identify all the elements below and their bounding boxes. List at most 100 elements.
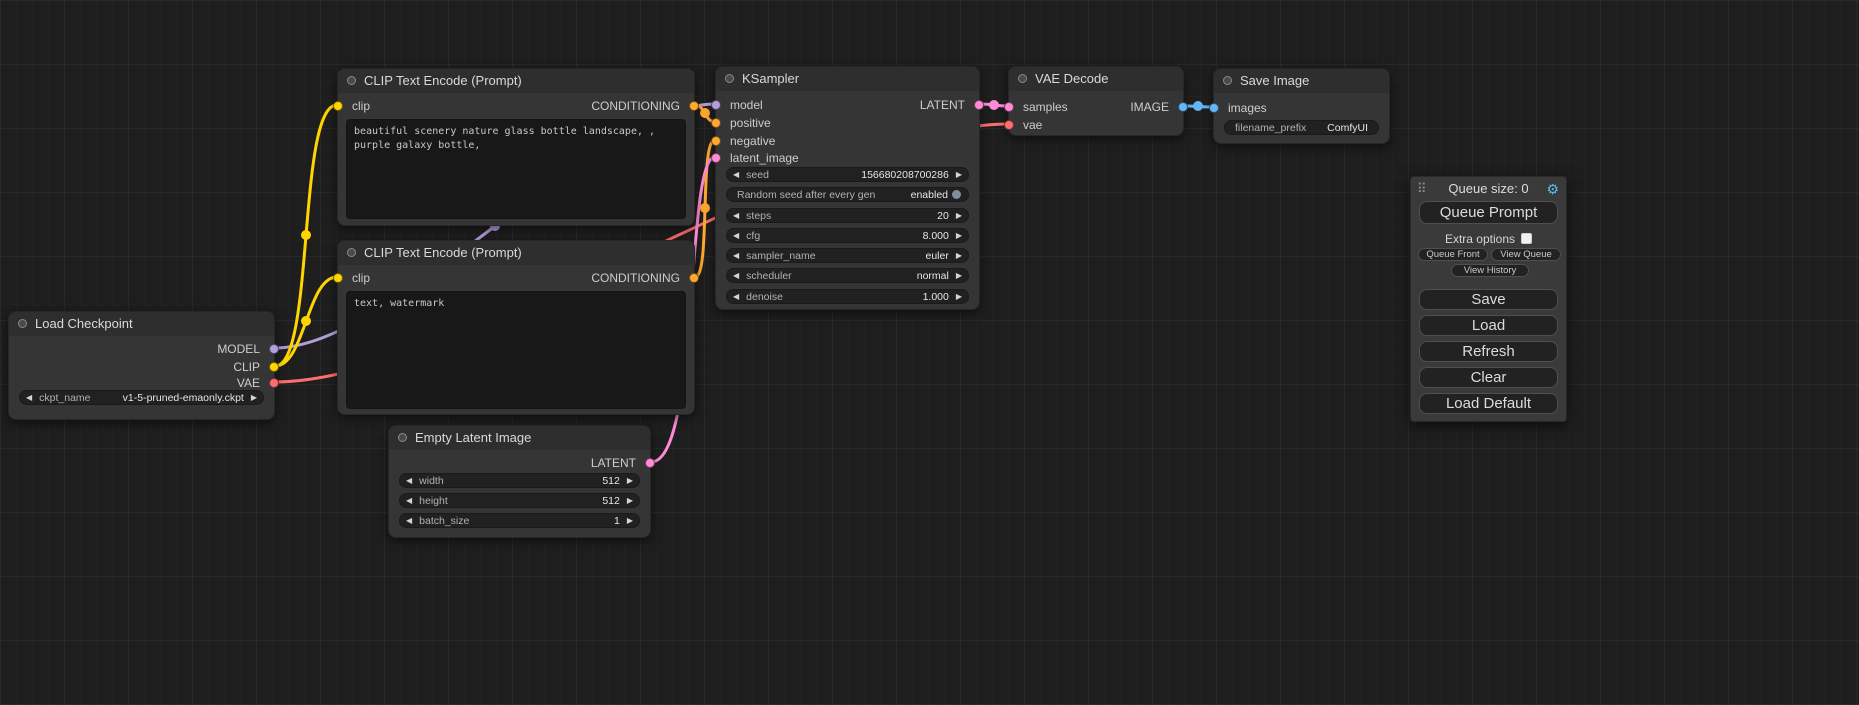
combo-next-icon[interactable]: ▶ (956, 268, 962, 283)
node-title-bar[interactable]: CLIP Text Encode (Prompt) (338, 69, 694, 93)
widget-scheduler[interactable]: ◀ scheduler normal ▶ (726, 268, 969, 283)
increment-icon[interactable]: ▶ (956, 167, 962, 182)
node-title-bar[interactable]: VAE Decode (1009, 67, 1183, 91)
output-label-latent: LATENT (920, 98, 965, 112)
node-clip-text-encode-negative[interactable]: CLIP Text Encode (Prompt) clip CONDITION… (337, 240, 695, 415)
save-button[interactable]: Save (1419, 289, 1558, 310)
increment-icon[interactable]: ▶ (956, 208, 962, 223)
widget-batch-size[interactable]: ◀ batch_size 1 ▶ (399, 513, 640, 528)
increment-icon[interactable]: ▶ (627, 473, 633, 488)
clear-button[interactable]: Clear (1419, 367, 1558, 388)
node-title: KSampler (742, 71, 799, 86)
input-port-latent-image[interactable] (711, 153, 721, 163)
collapse-dot-icon[interactable] (347, 248, 356, 257)
toggle-indicator-icon[interactable] (952, 190, 961, 199)
widget-cfg[interactable]: ◀ cfg 8.000 ▶ (726, 228, 969, 243)
node-title: VAE Decode (1035, 71, 1108, 86)
output-port-clip[interactable] (269, 362, 279, 372)
output-label-conditioning: CONDITIONING (591, 271, 680, 285)
input-label-positive: positive (730, 116, 771, 130)
widget-steps[interactable]: ◀ steps 20 ▶ (726, 208, 969, 223)
load-default-button[interactable]: Load Default (1419, 393, 1558, 414)
increment-icon[interactable]: ▶ (627, 513, 633, 528)
node-title: Save Image (1240, 73, 1309, 88)
wire-midpoint-dot-cond-positive (700, 108, 710, 118)
node-ksampler[interactable]: KSampler model positive negative latent_… (715, 66, 980, 310)
wire-midpoint-dot-image (1193, 101, 1203, 111)
view-history-button[interactable]: View History (1451, 264, 1529, 277)
node-vae-decode[interactable]: VAE Decode samples vae IMAGE (1008, 66, 1184, 136)
input-port-clip[interactable] (333, 273, 343, 283)
output-label-image: IMAGE (1130, 100, 1169, 114)
extra-options-checkbox[interactable] (1521, 233, 1532, 244)
load-button[interactable]: Load (1419, 315, 1558, 336)
prompt-textarea[interactable]: beautiful scenery nature glass bottle la… (346, 119, 686, 219)
output-label-latent: LATENT (591, 456, 636, 470)
node-title: CLIP Text Encode (Prompt) (364, 73, 522, 88)
increment-icon[interactable]: ▶ (627, 493, 633, 508)
input-port-clip[interactable] (333, 101, 343, 111)
collapse-dot-icon[interactable] (1018, 74, 1027, 83)
collapse-dot-icon[interactable] (398, 433, 407, 442)
input-label-samples: samples (1023, 100, 1068, 114)
widget-random-seed-toggle[interactable]: Random seed after every gen enabled (726, 187, 969, 202)
node-title: Load Checkpoint (35, 316, 133, 331)
queue-size-label: Queue size: 0 (1411, 180, 1566, 198)
increment-icon[interactable]: ▶ (956, 289, 962, 304)
widget-sampler-name[interactable]: ◀ sampler_name euler ▶ (726, 248, 969, 263)
node-title-bar[interactable]: Empty Latent Image (389, 426, 650, 450)
widget-denoise[interactable]: ◀ denoise 1.000 ▶ (726, 289, 969, 304)
view-queue-button[interactable]: View Queue (1491, 248, 1561, 261)
settings-gear-icon[interactable]: ⚙ (1546, 180, 1559, 198)
node-title-bar[interactable]: KSampler (716, 67, 979, 91)
collapse-dot-icon[interactable] (347, 76, 356, 85)
node-canvas[interactable]: Load Checkpoint MODEL CLIP VAE ◀ ckpt_na… (0, 0, 1859, 705)
output-label-model: MODEL (217, 342, 260, 356)
widget-width[interactable]: ◀ width 512 ▶ (399, 473, 640, 488)
node-save-image[interactable]: Save Image images filename_prefix ComfyU… (1213, 68, 1390, 144)
collapse-dot-icon[interactable] (725, 74, 734, 83)
node-clip-text-encode-positive[interactable]: CLIP Text Encode (Prompt) clip CONDITION… (337, 68, 695, 226)
output-port-vae[interactable] (269, 378, 279, 388)
queue-front-button[interactable]: Queue Front (1418, 248, 1488, 261)
node-title-bar[interactable]: Save Image (1214, 69, 1389, 93)
node-title: Empty Latent Image (415, 430, 531, 445)
input-port-model[interactable] (711, 100, 721, 110)
prompt-textarea[interactable]: text, watermark (346, 291, 686, 409)
node-title: CLIP Text Encode (Prompt) (364, 245, 522, 260)
node-title-bar[interactable]: CLIP Text Encode (Prompt) (338, 241, 694, 265)
refresh-button[interactable]: Refresh (1419, 341, 1558, 362)
collapse-dot-icon[interactable] (18, 319, 27, 328)
input-label-vae: vae (1023, 118, 1042, 132)
output-port-latent[interactable] (645, 458, 655, 468)
collapse-dot-icon[interactable] (1223, 76, 1232, 85)
node-title-bar[interactable]: Load Checkpoint (9, 312, 274, 336)
widget-ckpt-name[interactable]: ◀ ckpt_name v1-5-pruned-emaonly.ckpt ▶ (19, 390, 264, 405)
input-port-images[interactable] (1209, 103, 1219, 113)
extra-options-label: Extra options (1445, 232, 1515, 246)
output-port-image[interactable] (1178, 102, 1188, 112)
extra-options-row: Extra options (1411, 232, 1566, 245)
node-empty-latent-image[interactable]: Empty Latent Image LATENT ◀ width 512 ▶ … (388, 425, 651, 538)
input-port-vae[interactable] (1004, 120, 1014, 130)
queue-prompt-button[interactable]: Queue Prompt (1419, 201, 1558, 224)
wire-midpoint-dot-latent-output (989, 100, 999, 110)
combo-next-icon[interactable]: ▶ (251, 390, 257, 405)
input-port-negative[interactable] (711, 136, 721, 146)
wire-midpoint-dot-clip-positive (301, 230, 311, 240)
input-label-clip: clip (352, 271, 370, 285)
output-port-conditioning[interactable] (689, 101, 699, 111)
widget-filename-prefix[interactable]: filename_prefix ComfyUI (1224, 120, 1379, 135)
combo-next-icon[interactable]: ▶ (956, 248, 962, 263)
output-port-model[interactable] (269, 344, 279, 354)
increment-icon[interactable]: ▶ (956, 228, 962, 243)
input-port-samples[interactable] (1004, 102, 1014, 112)
input-label-clip: clip (352, 99, 370, 113)
node-load-checkpoint[interactable]: Load Checkpoint MODEL CLIP VAE ◀ ckpt_na… (8, 311, 275, 420)
output-port-conditioning[interactable] (689, 273, 699, 283)
output-port-latent[interactable] (974, 100, 984, 110)
widget-seed[interactable]: ◀ seed 156680208700286 ▶ (726, 167, 969, 182)
input-port-positive[interactable] (711, 118, 721, 128)
output-label-conditioning: CONDITIONING (591, 99, 680, 113)
widget-height[interactable]: ◀ height 512 ▶ (399, 493, 640, 508)
